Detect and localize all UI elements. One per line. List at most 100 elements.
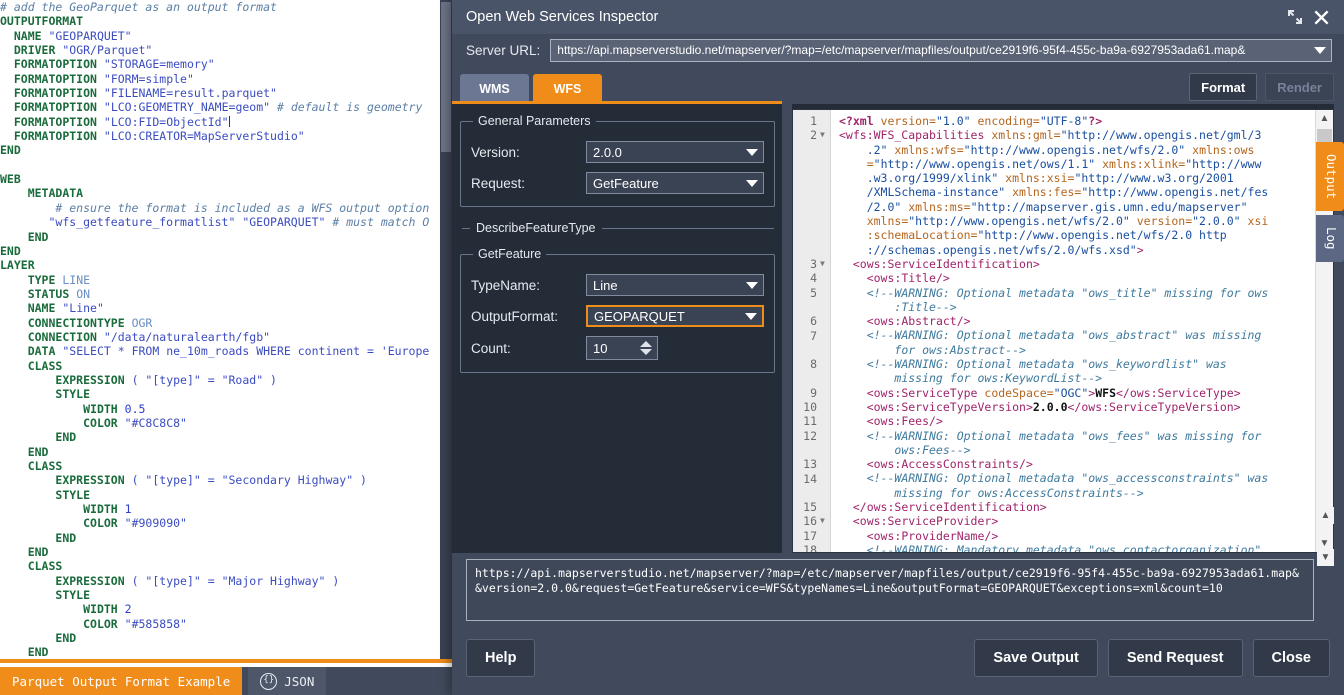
xml-content[interactable]: <?xml version="1.0" encoding="UTF-8"?> <w… [831, 110, 1315, 552]
xml-token: for ows:Abstract--> [894, 342, 1026, 357]
tab-wms[interactable]: WMS [460, 74, 529, 104]
line-number: 16 ▼ [793, 514, 830, 528]
send-request-button[interactable]: Send Request [1107, 639, 1243, 677]
code-token: NAME [13, 28, 42, 43]
save-output-button[interactable]: Save Output [974, 639, 1098, 677]
code-token: "LCO:CREATOR=MapServerStudio" [103, 129, 305, 144]
code-line: STYLE [0, 387, 440, 401]
code-token: "FORM=simple" [103, 71, 194, 86]
xml-token: xmlns:xsi= [998, 171, 1075, 186]
editor-vertical-scrollbar[interactable] [440, 0, 452, 663]
chevron-down-icon[interactable] [740, 307, 762, 325]
fold-toggle-icon[interactable]: ▼ [820, 260, 827, 268]
code-token: EXPRESSION [55, 573, 125, 588]
xml-token: "http://www.opengis.net/wfs/2.0 http [977, 228, 1227, 243]
field-typename: TypeName: Line [471, 274, 764, 296]
xml-token: "http://www [1185, 156, 1262, 171]
code-token: FORMATOPTION [13, 114, 97, 129]
editor-tab-json[interactable]: {} JSON [248, 667, 327, 695]
xml-token: xmlns:gml= [991, 128, 1061, 143]
version-dropdown[interactable]: 2.0.0 [586, 141, 764, 163]
xml-line: ://schemas.opengis.net/wfs/2.0/wfs.xsd"> [839, 243, 1309, 257]
restore-window-icon[interactable] [1282, 4, 1308, 30]
outputformat-dropdown[interactable]: GEOPARQUET [586, 305, 764, 327]
xml-token [839, 457, 867, 471]
fold-toggle-icon[interactable]: ▼ [820, 517, 827, 525]
code-token: ( "[type]" = "Major Highway" ) [131, 573, 340, 588]
count-label: Count: [471, 340, 511, 356]
field-version: Version: 2.0.0 [471, 141, 764, 163]
xml-token: xmlns= [866, 214, 909, 229]
code-token: ( "[type]" = "Road" ) [131, 372, 277, 387]
outer-scroll-down-icon[interactable]: ▼ [1317, 549, 1334, 566]
chevron-down-icon[interactable] [741, 275, 763, 295]
screen: # add the GeoParquet as an output format… [0, 0, 1344, 695]
close-icon[interactable] [1308, 4, 1334, 30]
code-token: END [27, 444, 49, 459]
request-dropdown[interactable]: GetFeature [586, 172, 764, 194]
line-number: 12 [803, 428, 817, 443]
chevron-down-icon[interactable] [1309, 40, 1331, 61]
xml-token: missing for ows:AccessConstraints--> [894, 485, 1144, 500]
xml-token [839, 300, 894, 314]
xml-token [839, 143, 867, 157]
xml-token: "http://www.opengis.net/gml/3 [1060, 128, 1262, 143]
line-number [793, 157, 830, 171]
xml-line: xmlns="http://www.opengis.net/wfs/2.0" v… [839, 214, 1309, 228]
xml-token: codeSpace= [984, 385, 1054, 400]
typename-dropdown[interactable]: Line [586, 274, 764, 296]
xml-token: <!--WARNING: Optional metadata "ows_keyw… [866, 357, 1227, 372]
code-token: ( "[type]" = "Secondary Highway" ) [131, 473, 367, 488]
xml-viewer: 12▼3▼45678910111213141516▼171819 <?xml v… [792, 109, 1334, 553]
dialog-titlebar: Open Web Services Inspector [452, 0, 1344, 34]
side-tab-output[interactable]: Output [1316, 142, 1344, 212]
pane-gap [782, 104, 792, 553]
outer-scroll-up-icon[interactable]: ▲ [1317, 507, 1334, 524]
line-number [793, 486, 830, 500]
chevron-down-icon[interactable] [741, 173, 763, 193]
count-stepper[interactable]: 10 [586, 336, 658, 360]
line-number: 11 [803, 414, 817, 429]
mapfile-code-area[interactable]: # add the GeoParquet as an output format… [0, 0, 440, 663]
editor-tab-parquet-example[interactable]: Parquet Output Format Example [0, 667, 243, 695]
xml-token: <ows:Title/> [866, 271, 950, 286]
scroll-up-icon[interactable]: ▲ [1316, 110, 1333, 127]
server-url-value[interactable]: https://api.mapserverstudio.net/mapserve… [551, 43, 1309, 57]
xml-token: <ows:ServiceType [866, 385, 985, 400]
format-button[interactable]: Format [1189, 73, 1258, 101]
stepper-arrows-icon[interactable] [635, 341, 657, 355]
side-tab-log[interactable]: Log [1316, 215, 1344, 262]
code-token: EXPRESSION [55, 372, 125, 387]
code-token: 2 [124, 602, 132, 617]
help-button[interactable]: Help [466, 639, 536, 677]
xml-line: missing for ows:KeywordList--> [839, 371, 1309, 385]
tab-wfs[interactable]: WFS [533, 74, 602, 104]
xml-line: :schemaLocation="http://www.opengis.net/… [839, 228, 1309, 242]
close-button[interactable]: Close [1252, 639, 1330, 677]
code-line: NAME "Line" [0, 301, 440, 315]
tab-wfs-label: WFS [553, 82, 582, 96]
xml-line: /2.0" xmlns:ms="http://mapserver.gis.umn… [839, 200, 1309, 214]
xml-token: "1.0" [935, 114, 971, 128]
code-line: FORMATOPTION "STORAGE=memory" [0, 57, 440, 71]
editor-scrollbar-thumb[interactable] [441, 2, 451, 152]
chevron-down-icon[interactable] [741, 142, 763, 162]
server-url-combobox[interactable]: https://api.mapserverstudio.net/mapserve… [550, 38, 1332, 62]
fold-toggle-icon[interactable]: ▼ [820, 131, 827, 139]
render-button[interactable]: Render [1265, 73, 1334, 101]
tab-wms-label: WMS [479, 82, 510, 96]
xml-line: <ows:ServiceType codeSpace="OGC">WFS</ow… [839, 386, 1309, 400]
count-value[interactable]: 10 [587, 341, 635, 356]
code-line: # add the GeoParquet as an output format [0, 0, 440, 14]
request-url-textbox[interactable]: https://api.mapserverstudio.net/mapserve… [466, 559, 1314, 621]
code-line: WIDTH 2 [0, 602, 440, 616]
